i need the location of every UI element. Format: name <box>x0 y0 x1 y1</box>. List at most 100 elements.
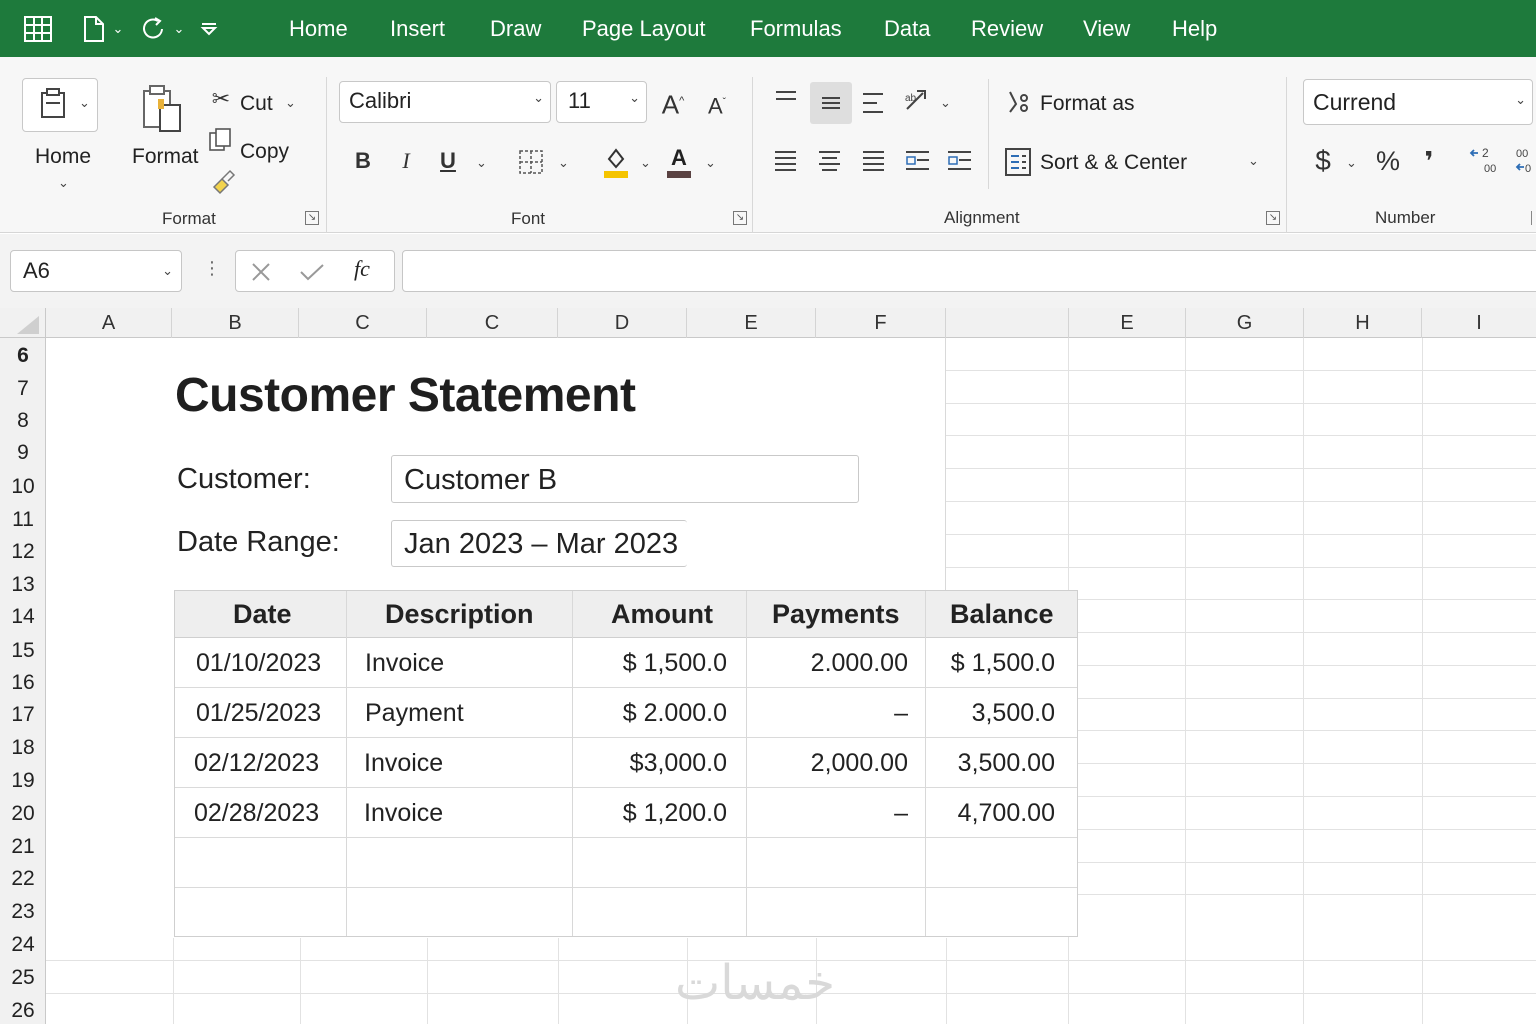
format-as-label[interactable]: Format as <box>1040 90 1135 118</box>
row-header[interactable]: 8 <box>0 405 46 437</box>
chevron-down-icon[interactable]: ⌄ <box>113 21 124 37</box>
chevron-down-icon[interactable]: ⌄ <box>174 21 185 37</box>
chevron-down-icon[interactable]: ⌄ <box>640 155 651 171</box>
decrease-font-icon[interactable]: Aˇ <box>704 89 730 120</box>
description-cell[interactable]: Payment <box>365 688 464 738</box>
name-box[interactable]: A6 ⌄ <box>10 250 182 292</box>
chevron-down-icon[interactable]: ⌄ <box>558 155 569 171</box>
row-header[interactable]: 14 <box>0 601 46 633</box>
redo-icon[interactable]: ⌄ <box>136 14 188 44</box>
row-header[interactable]: 21 <box>0 831 46 863</box>
insert-function-icon[interactable]: fc <box>354 256 370 282</box>
row-header[interactable]: 20 <box>0 798 46 830</box>
comma-button[interactable]: ❜ <box>1418 147 1440 175</box>
customer-field[interactable]: Customer B <box>391 455 859 503</box>
date-range-field[interactable]: Jan 2023 – Mar 2023 <box>391 520 687 567</box>
amount-cell[interactable]: $ 1,500.0 <box>623 638 727 688</box>
scissors-icon[interactable]: ✂ <box>208 85 234 113</box>
table-row[interactable] <box>175 888 1077 936</box>
row-header[interactable]: 7 <box>0 373 46 405</box>
dialog-launcher-icon[interactable]: ↘ <box>733 211 747 225</box>
enter-icon[interactable] <box>299 262 325 282</box>
balance-cell[interactable]: 3,500.00 <box>958 738 1055 788</box>
row-header[interactable]: 19 <box>0 765 46 797</box>
row-header[interactable]: 16 <box>0 667 46 699</box>
description-cell[interactable]: Invoice <box>364 738 443 788</box>
font-name-select[interactable]: Calibri ⌄ <box>339 81 551 123</box>
number-format-select[interactable]: Currend ⌄ <box>1303 79 1533 125</box>
column-header[interactable]: F <box>816 308 946 338</box>
table-row[interactable]: 02/12/2023 Invoice $3,000.0 2,000.00 3,5… <box>175 738 1077 788</box>
increase-font-icon[interactable]: A^ <box>659 87 687 119</box>
column-header[interactable]: B <box>172 308 299 338</box>
decrease-decimal-icon[interactable]: 200 <box>1468 145 1502 177</box>
menu-help[interactable]: Help <box>1172 14 1217 44</box>
align-middle-button[interactable] <box>810 82 852 124</box>
description-cell[interactable]: Invoice <box>365 638 444 688</box>
table-row[interactable]: 01/25/2023 Payment $ 2.000.0 – 3,500.0 <box>175 688 1077 738</box>
bold-button[interactable]: B <box>352 147 374 175</box>
menu-page-layout[interactable]: Page Layout <box>582 14 706 44</box>
header-description[interactable]: Description <box>385 591 534 638</box>
table-row[interactable]: 02/28/2023 Invoice $ 1,200.0 – 4,700.00 <box>175 788 1077 838</box>
balance-cell[interactable]: 3,500.0 <box>972 688 1055 738</box>
header-amount[interactable]: Amount <box>611 591 713 638</box>
date-cell[interactable]: 01/10/2023 <box>196 638 321 688</box>
row-header[interactable]: 11 <box>0 504 46 536</box>
chevron-down-icon[interactable]: ⌄ <box>1248 153 1259 169</box>
row-header[interactable]: 23 <box>0 896 46 928</box>
increase-decimal-icon[interactable]: 000 <box>1512 145 1536 177</box>
column-header[interactable]: C <box>299 308 427 338</box>
payments-cell[interactable]: 2,000.00 <box>811 738 908 788</box>
borders-icon[interactable] <box>518 149 544 175</box>
format-painter-icon[interactable] <box>140 83 184 135</box>
date-cell[interactable]: 02/28/2023 <box>194 788 319 838</box>
date-cell[interactable]: 01/25/2023 <box>196 688 321 738</box>
payments-cell[interactable]: – <box>894 688 908 738</box>
chevron-down-icon[interactable]: ⌄ <box>285 95 296 111</box>
balance-cell[interactable]: $ 1,500.0 <box>951 638 1055 688</box>
currency-button[interactable]: $ <box>1311 147 1335 175</box>
select-all-button[interactable] <box>0 308 46 338</box>
row-header[interactable]: 10 <box>0 471 46 503</box>
amount-cell[interactable]: $3,000.0 <box>630 738 727 788</box>
date-cell[interactable]: 02/12/2023 <box>194 738 319 788</box>
menu-view[interactable]: View <box>1083 14 1130 44</box>
amount-cell[interactable]: $ 2.000.0 <box>623 688 727 738</box>
amount-cell[interactable]: $ 1,200.0 <box>623 788 727 838</box>
header-date[interactable]: Date <box>233 591 292 638</box>
chevron-down-icon[interactable]: ⌄ <box>476 155 487 171</box>
column-header[interactable]: C <box>427 308 558 338</box>
cancel-icon[interactable] <box>251 262 271 282</box>
chevron-down-icon[interactable]: ⌄ <box>705 155 716 171</box>
dialog-launcher-icon[interactable]: ↘ <box>1266 211 1280 225</box>
menu-home[interactable]: Home <box>289 14 348 44</box>
table-row[interactable]: 01/10/2023 Invoice $ 1,500.0 2.000.00 $ … <box>175 638 1077 688</box>
menu-data[interactable]: Data <box>884 14 930 44</box>
row-header[interactable]: 13 <box>0 569 46 601</box>
paste-button[interactable]: ⌄ <box>22 78 98 132</box>
row-header[interactable]: 26 <box>0 995 46 1024</box>
row-header[interactable]: 9 <box>0 437 46 469</box>
row-header[interactable]: 12 <box>0 536 46 568</box>
column-header[interactable] <box>946 308 1069 338</box>
menu-review[interactable]: Review <box>971 14 1043 44</box>
copy-label[interactable]: Copy <box>240 138 289 166</box>
formula-input[interactable] <box>402 250 1536 292</box>
format-as-table-icon[interactable] <box>1006 88 1032 116</box>
header-balance[interactable]: Balance <box>950 591 1054 638</box>
row-header[interactable]: 6 <box>0 340 46 372</box>
format-label[interactable]: Format <box>132 143 199 171</box>
more-options-icon[interactable]: ⋮ <box>203 258 221 278</box>
chevron-down-icon[interactable]: ⌄ <box>79 95 90 111</box>
cut-label[interactable]: Cut <box>240 90 273 118</box>
align-bottom-icon[interactable] <box>862 92 886 114</box>
align-right-icon[interactable] <box>862 150 886 172</box>
sort-center-icon[interactable] <box>1004 147 1032 177</box>
chevron-down-icon[interactable]: ⌄ <box>1346 155 1357 171</box>
menu-insert[interactable]: Insert <box>390 14 445 44</box>
font-color-icon[interactable]: A <box>666 145 692 179</box>
increase-indent-icon[interactable] <box>947 150 973 172</box>
header-payments[interactable]: Payments <box>772 591 900 638</box>
decrease-indent-icon[interactable] <box>905 150 931 172</box>
